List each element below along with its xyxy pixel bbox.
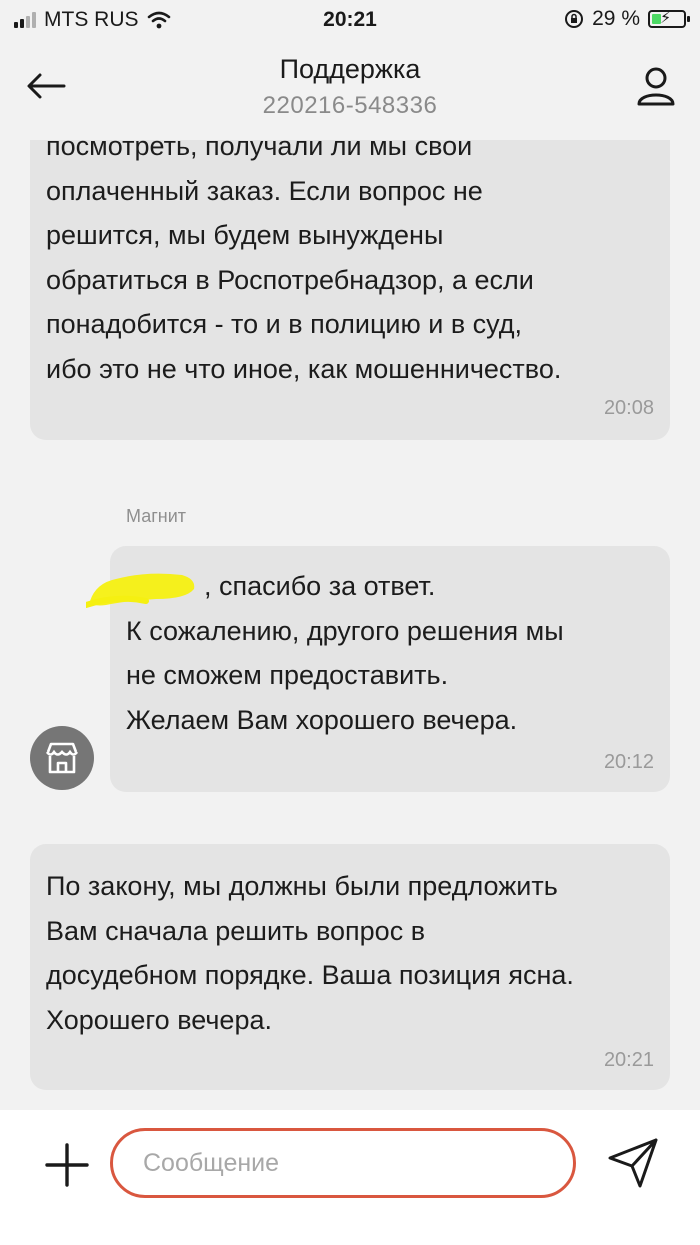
status-bar: MTS RUS 20:21 29 % ⚡: [0, 0, 700, 40]
message-composer: [0, 1110, 700, 1245]
message-time: 20:21: [603, 1049, 654, 1071]
status-right: 29 % ⚡: [564, 7, 690, 31]
person-icon[interactable]: [634, 64, 678, 108]
chat-header: Поддержка 220216-548336: [0, 40, 700, 140]
charging-icon: ⚡: [660, 10, 672, 27]
send-icon[interactable]: [606, 1136, 660, 1190]
message-time: 20:12: [603, 751, 654, 773]
message-bubble-user: посмотреть, получали ли мы свой оплаченн…: [30, 140, 670, 440]
message-text: посмотреть, получали ли мы свой оплаченн…: [46, 140, 562, 384]
store-avatar: [30, 726, 94, 790]
rotation-lock-icon: [565, 10, 584, 28]
battery-percent: 29 %: [592, 7, 640, 30]
message-input[interactable]: [110, 1128, 576, 1198]
plus-icon[interactable]: [44, 1142, 90, 1188]
ticket-number: 220216-548336: [262, 92, 438, 119]
message-time: 20:08: [603, 397, 654, 419]
sender-name: Магнит: [126, 506, 187, 526]
page-title: Поддержка: [279, 54, 421, 84]
message-text: , спасибо за ответ. К сожалению, другого…: [126, 564, 670, 742]
redaction-highlight: [86, 573, 195, 608]
battery-icon: ⚡: [648, 10, 690, 28]
store-icon: [45, 742, 79, 774]
message-list[interactable]: посмотреть, получали ли мы свой оплаченн…: [0, 140, 700, 1110]
message-bubble-user: По закону, мы должны были предложить Вам…: [30, 844, 670, 1090]
message-text: По закону, мы должны были предложить Вам…: [46, 871, 574, 1035]
